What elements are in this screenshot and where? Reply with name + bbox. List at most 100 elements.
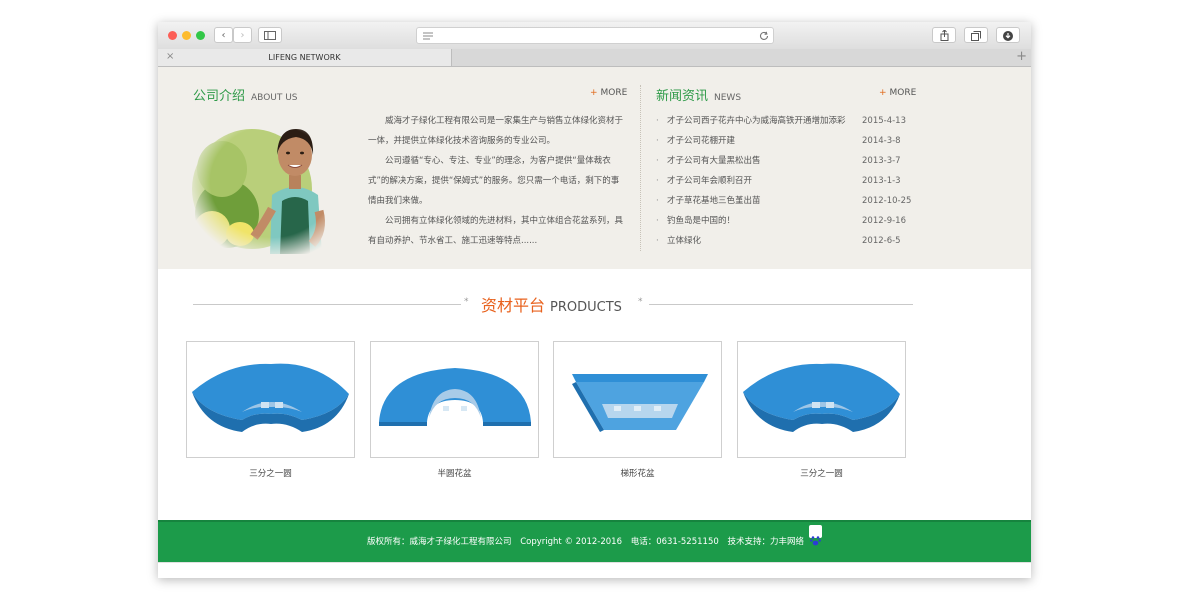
footer-support[interactable]: 技术支持：力丰网络: [727, 537, 804, 547]
news-date: 2013-3-7: [862, 156, 901, 166]
bullet: ·: [656, 116, 659, 126]
news-date: 2012-10-25: [862, 196, 912, 206]
news-item[interactable]: · 立体绿化 2012-6-5: [656, 231, 918, 251]
close-window-button[interactable]: [168, 31, 177, 40]
product-name[interactable]: 三分之一圆: [737, 467, 906, 479]
tabs-button[interactable]: [964, 27, 988, 43]
products-title-wrap: 资材平台 PRODUCTS: [481, 292, 622, 316]
news-date: 2012-6-5: [862, 236, 901, 246]
minimize-window-button[interactable]: [182, 31, 191, 40]
bullet: ·: [656, 176, 659, 186]
about-more-link[interactable]: + MORE: [590, 88, 627, 98]
news-item[interactable]: · 钓鱼岛是中国的！ 2012-9-16: [656, 211, 918, 231]
trapezoid-planter-image: [572, 374, 708, 432]
products-title-en: PRODUCTS: [550, 300, 622, 315]
page-bottom-strip: [158, 562, 1031, 578]
woman-with-plants-photo: [192, 109, 352, 254]
news-date: 2015-4-13: [862, 116, 906, 126]
product-image-frame[interactable]: [737, 341, 906, 458]
news-title: 新闻资讯: [656, 89, 709, 104]
bullet: ·: [656, 216, 659, 226]
browser-window: ‹ › × LIFENG NETWORK + 公司介绍 ABOUT US + M…: [158, 22, 1031, 578]
footer-copyright-owner: 版权所有：威海才子绿化工程有限公司: [367, 537, 512, 547]
products-heading: * 资材平台 PRODUCTS *: [193, 292, 913, 316]
baidu-paw-icon[interactable]: [808, 525, 822, 546]
share-icon: [940, 29, 948, 41]
section-divider: [640, 85, 641, 251]
tab-bar: × LIFENG NETWORK +: [158, 49, 1031, 67]
news-title-link[interactable]: 才子公司花棚开建: [667, 131, 855, 151]
news-title-link[interactable]: 才子公司年会顺利召开: [667, 171, 855, 191]
third-circle-planter-image: [192, 363, 349, 432]
product-image-frame[interactable]: [370, 341, 539, 458]
reader-icon: [423, 32, 433, 42]
news-item[interactable]: · 才子公司年会顺利召开 2013-1-3: [656, 171, 918, 191]
news-date: 2014-3-8: [862, 136, 901, 146]
page-content: 公司介绍 ABOUT US + MORE 威海才子绿化工程有限公司是一家集生产与…: [158, 67, 1031, 578]
about-title-en: ABOUT US: [251, 93, 298, 103]
about-paragraph: 威海才子绿化工程有限公司是一家集生产与销售立体绿化资材于一体，并提供立体绿化技术…: [368, 116, 624, 146]
news-list: · 才子公司西子花卉中心为威海高铁开通增加添彩 2015-4-13 · 才子公司花棚开…: [656, 111, 918, 251]
chevron-right-icon: ›: [240, 30, 245, 41]
chevron-left-icon: ‹: [221, 30, 226, 41]
heading-line-right: [649, 304, 913, 305]
tab-lifeng-network[interactable]: × LIFENG NETWORK: [158, 49, 452, 66]
news-item[interactable]: · 才子草花基地三色堇出苗 2012-10-25: [656, 191, 918, 211]
products-title: 资材平台: [481, 296, 546, 315]
about-paragraph: 公司拥有立体绿化领域的先进材料，其中立体组合花盆系列，具有自动养护、节水省工、施…: [368, 216, 624, 246]
sidebar-toggle-button[interactable]: [258, 27, 282, 43]
site-footer: 版权所有：威海才子绿化工程有限公司 Copyright © 2012-2016 …: [158, 520, 1031, 564]
forward-button[interactable]: ›: [233, 27, 252, 43]
product-card[interactable]: 三分之一圆: [737, 341, 906, 479]
new-tab-button[interactable]: +: [1016, 49, 1027, 65]
product-image-frame[interactable]: [553, 341, 722, 458]
downloads-button[interactable]: [996, 27, 1020, 43]
zoom-window-button[interactable]: [196, 31, 205, 40]
about-more-label: MORE: [600, 88, 628, 98]
product-card[interactable]: 梯形花盆: [553, 341, 722, 479]
half-circle-planter-image: [379, 368, 531, 426]
news-item[interactable]: · 才子公司花棚开建 2014-3-8: [656, 131, 918, 151]
news-title-link[interactable]: 才子草花基地三色堇出苗: [667, 191, 855, 211]
news-item[interactable]: · 才子公司西子花卉中心为威海高铁开通增加添彩 2015-4-13: [656, 111, 918, 131]
product-image-frame[interactable]: [186, 341, 355, 458]
download-icon: [1003, 31, 1013, 41]
footer-phone: 电话：0631-5251150: [630, 537, 719, 547]
back-button[interactable]: ‹: [214, 27, 233, 43]
bullet: ·: [656, 236, 659, 246]
product-name[interactable]: 梯形花盆: [553, 467, 722, 479]
news-title-link[interactable]: 钓鱼岛是中国的！: [667, 211, 855, 231]
news-title-link[interactable]: 才子公司西子花卉中心为威海高铁开通增加添彩: [667, 111, 855, 131]
about-title: 公司介绍: [193, 89, 246, 104]
sidebar-icon: [264, 31, 276, 40]
plus-icon: +: [590, 88, 598, 98]
star-right: *: [638, 297, 643, 307]
about-paragraph: 公司遵循“专心、专注、专业”的理念，为客户提供“量体裁衣式”的解决方案，提供“保…: [368, 156, 620, 206]
intro-section: 公司介绍 ABOUT US + MORE 威海才子绿化工程有限公司是一家集生产与…: [158, 67, 1031, 269]
news-title-link[interactable]: 立体绿化: [667, 231, 855, 251]
bullet: ·: [656, 156, 659, 166]
product-card[interactable]: 半圆花盆: [370, 341, 539, 479]
product-card[interactable]: 三分之一圆: [186, 341, 355, 479]
heading-line-left: [193, 304, 461, 305]
news-more-link[interactable]: + MORE: [879, 88, 916, 98]
browser-toolbar: ‹ ›: [158, 22, 1031, 50]
footer-copyright: Copyright © 2012-2016: [520, 537, 622, 547]
third-circle-planter-image: [743, 363, 900, 432]
reload-icon[interactable]: [759, 29, 769, 45]
about-text: 威海才子绿化工程有限公司是一家集生产与销售立体绿化资材于一体，并提供立体绿化技术…: [368, 111, 626, 251]
share-button[interactable]: [932, 27, 956, 43]
product-name[interactable]: 三分之一圆: [186, 467, 355, 479]
news-item[interactable]: · 才子公司有大量黑松出售 2013-3-7: [656, 151, 918, 171]
bullet: ·: [656, 196, 659, 206]
news-title-link[interactable]: 才子公司有大量黑松出售: [667, 151, 855, 171]
tabs-overview-icon: [971, 31, 981, 41]
address-bar[interactable]: [416, 27, 774, 44]
about-heading: 公司介绍 ABOUT US: [193, 85, 298, 104]
bullet: ·: [656, 136, 659, 146]
tab-title: LIFENG NETWORK: [268, 53, 341, 62]
product-name[interactable]: 半圆花盆: [370, 467, 539, 479]
plus-icon: +: [879, 88, 887, 98]
star-left: *: [464, 297, 469, 307]
news-date: 2012-9-16: [862, 216, 906, 226]
